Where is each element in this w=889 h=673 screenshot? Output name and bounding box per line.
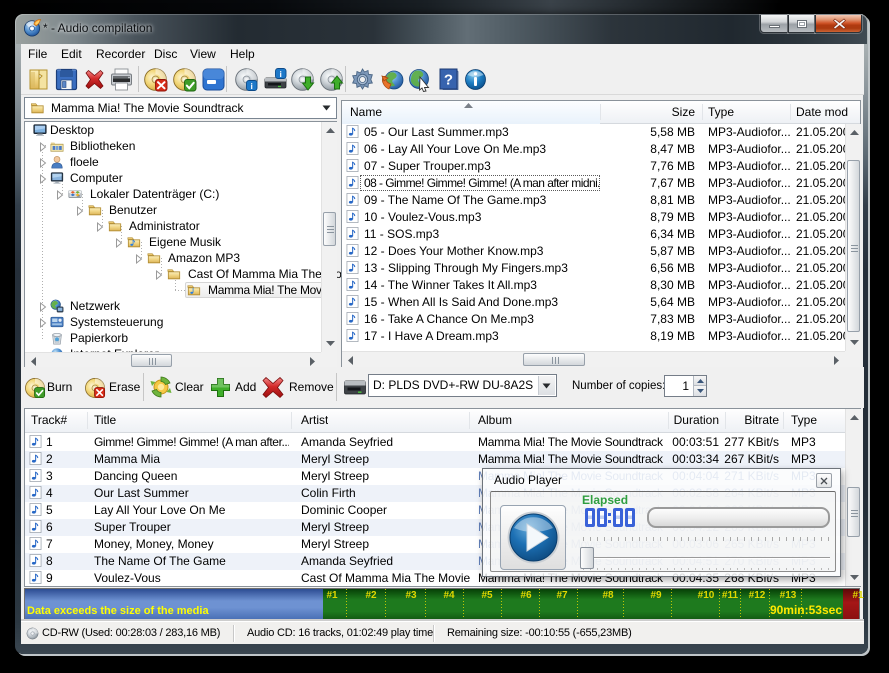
svg-text:?: ? [444, 72, 453, 89]
svg-text:i: i [251, 81, 253, 91]
svg-text:i: i [280, 69, 282, 79]
